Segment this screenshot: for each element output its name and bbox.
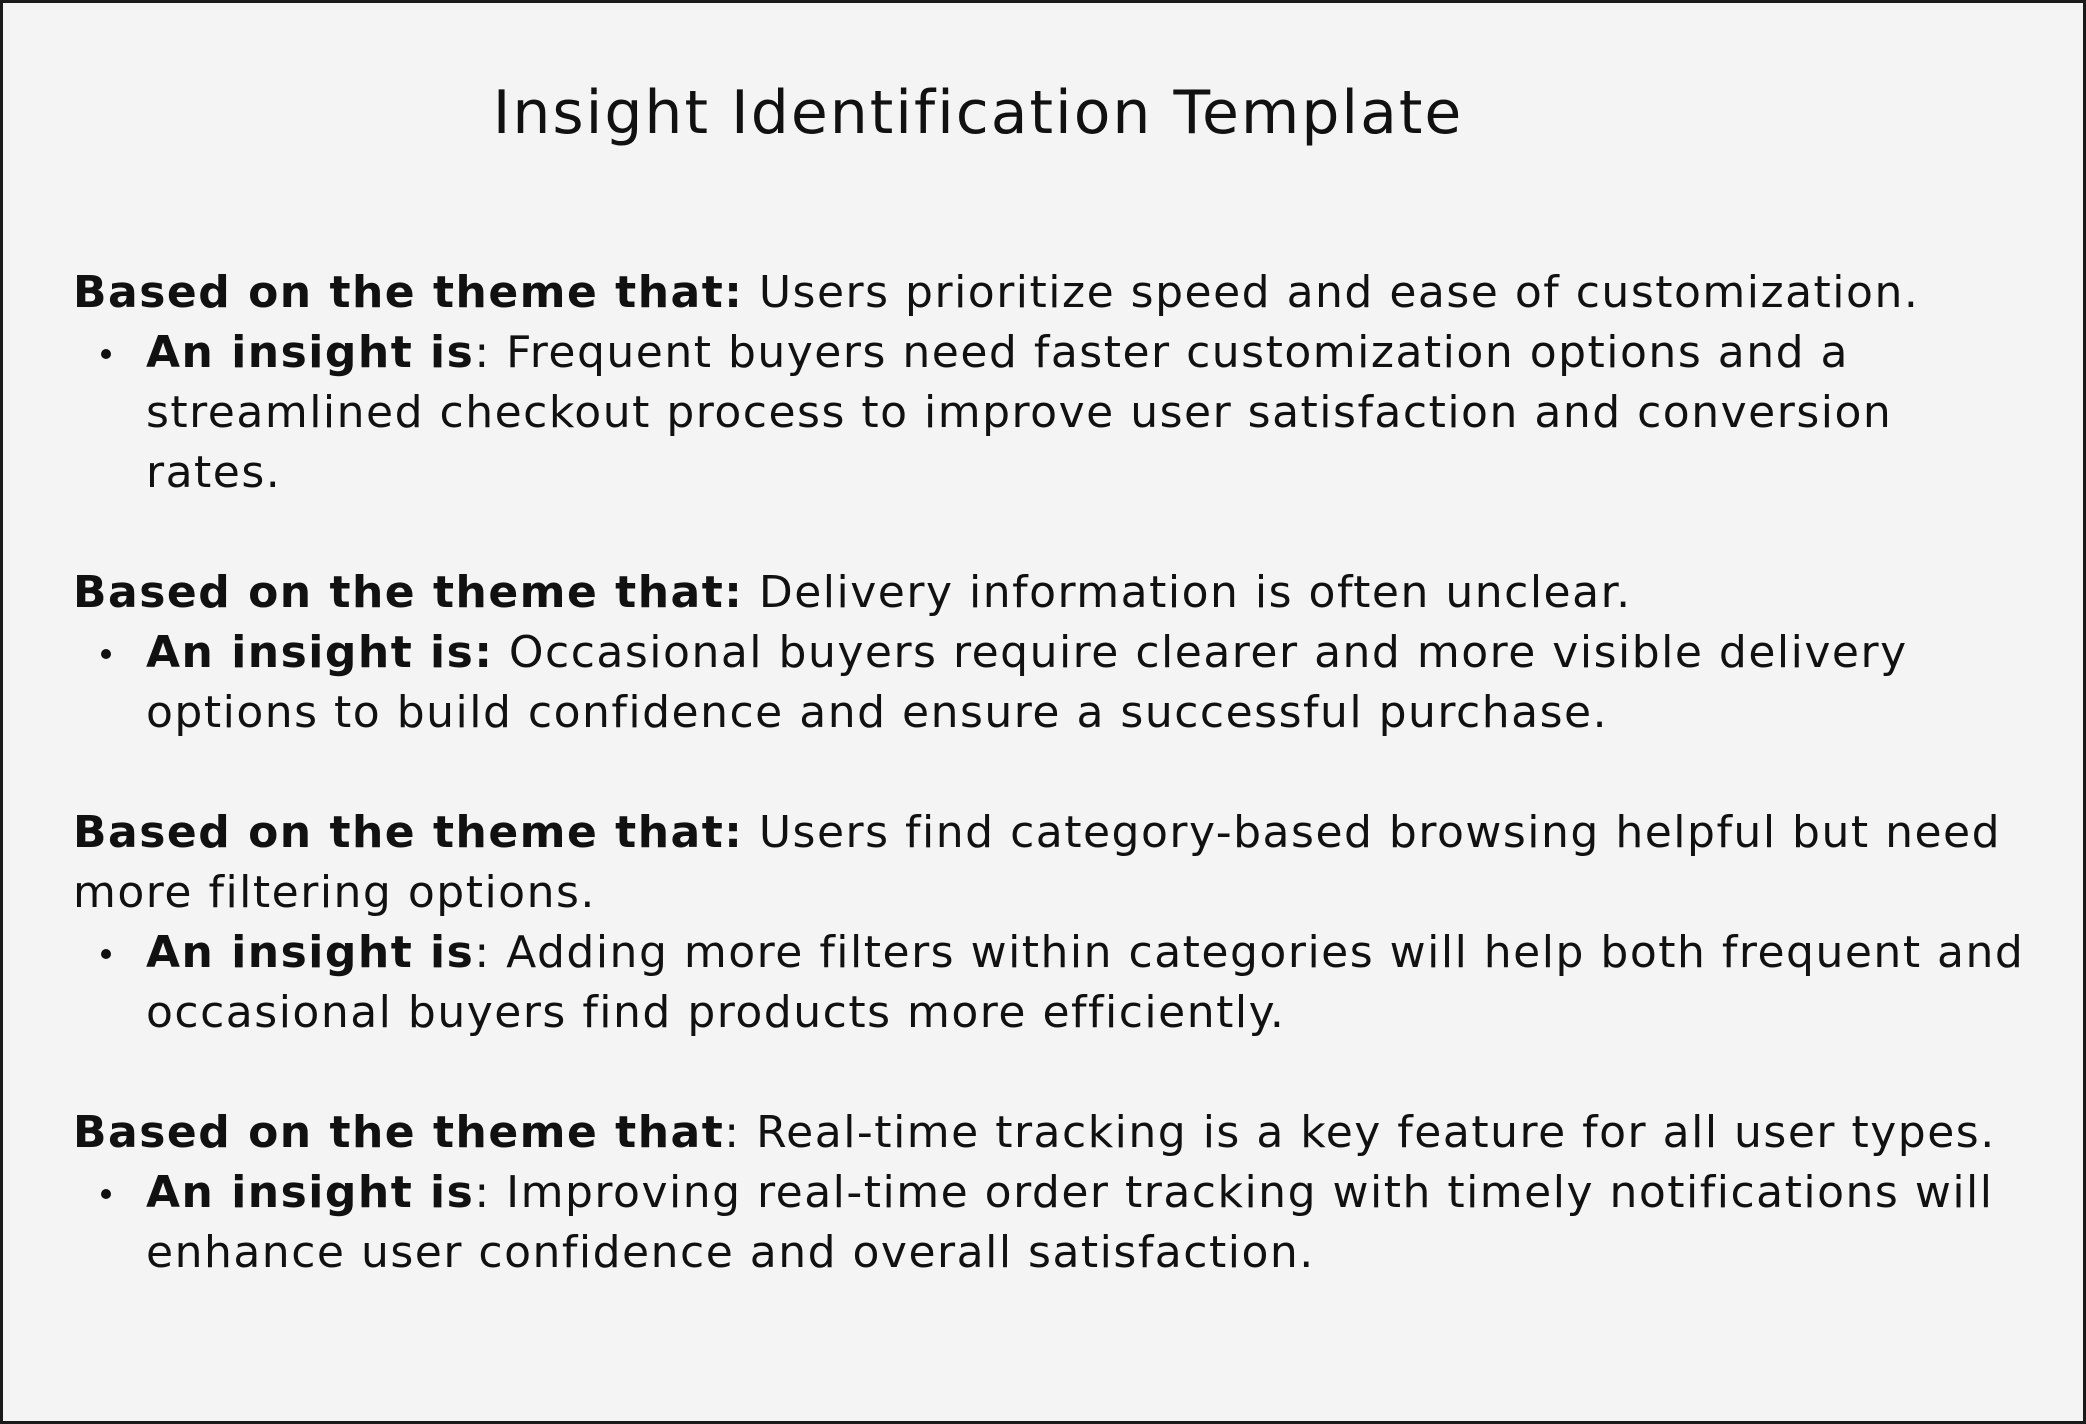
insight-label-suffix: : (474, 327, 491, 378)
theme-label: Based on the theme that (73, 1107, 725, 1158)
theme-line: Based on the theme that: Delivery inform… (73, 563, 2033, 623)
document-frame: Insight Identification Template Based on… (0, 0, 2086, 1424)
theme-label: Based on the theme that: (73, 267, 744, 318)
theme-text: Users prioritize speed and ease of custo… (743, 267, 1920, 318)
insights-content: Based on the theme that: Users prioritiz… (73, 263, 2033, 1343)
theme-text: Delivery information is often unclear. (743, 567, 1632, 618)
insight-label-suffix: : (474, 1167, 491, 1218)
insight-list: An insight is: Adding more filters withi… (73, 923, 2033, 1043)
theme-label: Based on the theme that: (73, 567, 744, 618)
insight-label: An insight is (146, 927, 475, 978)
insight-item: An insight is: Adding more filters withi… (73, 923, 2033, 1043)
insight-block: Based on the theme that: Delivery inform… (73, 563, 2033, 743)
bullet-icon (101, 349, 111, 359)
theme-line: Based on the theme that: Users find cate… (73, 803, 2033, 923)
insight-label: An insight is (146, 327, 475, 378)
insight-label: An insight is (146, 1167, 475, 1218)
bullet-icon (101, 649, 111, 659)
theme-label: Based on the theme that: (73, 807, 744, 858)
insight-block: Based on the theme that: Real-time track… (73, 1103, 2033, 1283)
theme-line: Based on the theme that: Real-time track… (73, 1103, 2033, 1163)
theme-label-suffix: : (724, 1107, 741, 1158)
insight-block: Based on the theme that: Users find cate… (73, 803, 2033, 1043)
page-title: Insight Identification Template (492, 78, 1464, 148)
insight-label-suffix: : (474, 927, 491, 978)
insight-item: An insight is: Occasional buyers require… (73, 623, 2033, 743)
insight-list: An insight is: Frequent buyers need fast… (73, 323, 2033, 503)
bullet-icon (101, 1189, 111, 1199)
insight-label: An insight is: (146, 627, 494, 678)
insight-block: Based on the theme that: Users prioritiz… (73, 263, 2033, 503)
theme-line: Based on the theme that: Users prioritiz… (73, 263, 2033, 323)
insight-item: An insight is: Frequent buyers need fast… (73, 323, 2033, 503)
insight-list: An insight is: Occasional buyers require… (73, 623, 2033, 743)
insight-item: An insight is: Improving real-time order… (73, 1163, 2033, 1283)
bullet-icon (101, 949, 111, 959)
theme-text: Real-time tracking is a key feature for … (740, 1107, 1996, 1158)
insight-list: An insight is: Improving real-time order… (73, 1163, 2033, 1283)
